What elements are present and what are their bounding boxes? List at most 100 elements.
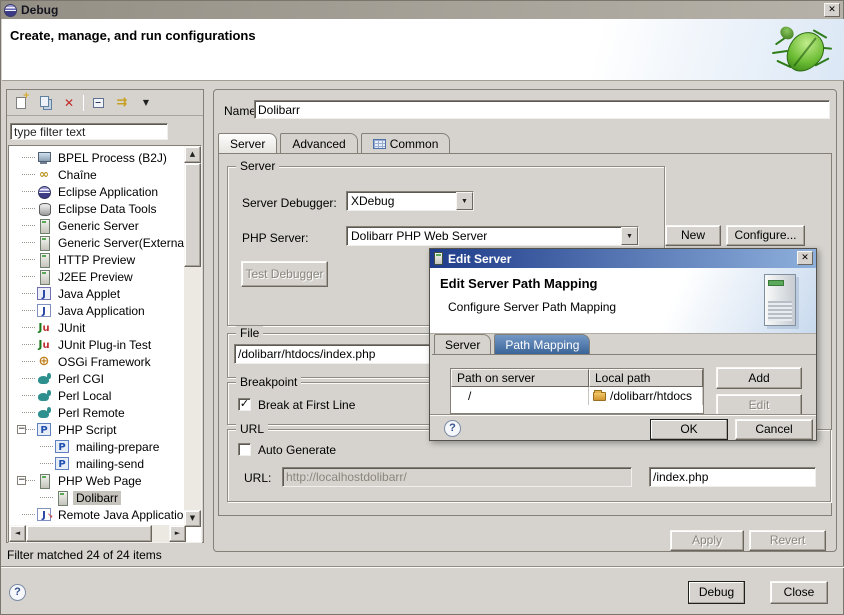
dialog-tab-server[interactable]: Server bbox=[434, 334, 491, 354]
tree-item[interactable]: Eclipse Application bbox=[9, 183, 185, 200]
scroll-left-icon[interactable]: ◄ bbox=[9, 525, 26, 542]
name-input[interactable] bbox=[254, 100, 830, 119]
tree-item[interactable]: Java Applet bbox=[9, 285, 185, 302]
tree-item-label: BPEL Process (B2J) bbox=[55, 151, 170, 165]
dialog-close-button[interactable]: ✕ bbox=[797, 251, 813, 265]
break-first-line-checkbox[interactable] bbox=[238, 398, 251, 411]
tree-item[interactable]: Dolibarr bbox=[9, 489, 185, 506]
cancel-button[interactable]: Cancel bbox=[735, 419, 813, 440]
tree-item[interactable]: PHP Script bbox=[9, 421, 185, 438]
expander-icon[interactable] bbox=[17, 476, 26, 485]
url-path-input[interactable] bbox=[649, 467, 816, 487]
edit-mapping-button[interactable]: Edit bbox=[716, 394, 802, 414]
php-icon bbox=[55, 457, 69, 470]
delete-config-icon[interactable]: ✕ bbox=[59, 94, 79, 112]
chevron-down-icon[interactable]: ▼ bbox=[456, 192, 473, 210]
table-row[interactable]: //dolibarr/htdocs bbox=[451, 387, 703, 405]
tree-item-label: Java Applet bbox=[55, 287, 123, 301]
window-title: Debug bbox=[21, 3, 58, 17]
debug-button[interactable]: Debug bbox=[688, 581, 745, 604]
dialog-titlebar: Edit Server ✕ bbox=[430, 249, 816, 268]
tree-item-label: Eclipse Data Tools bbox=[55, 202, 160, 216]
tree-item-label: Dolibarr bbox=[73, 491, 121, 505]
tree-item[interactable]: HTTP Preview bbox=[9, 251, 185, 268]
filter-icon[interactable]: ⇉ bbox=[112, 94, 132, 112]
new-config-icon[interactable] bbox=[11, 94, 31, 112]
tree-item[interactable]: JUnit Plug-in Test bbox=[9, 336, 185, 353]
tree-item[interactable]: Remote Java Application bbox=[9, 506, 185, 523]
auto-generate-checkbox[interactable] bbox=[238, 443, 251, 456]
configurations-toolbar: ✕ − ⇉ ▼ bbox=[7, 90, 203, 116]
close-button[interactable]: Close bbox=[770, 581, 828, 604]
tab-common[interactable]: Common bbox=[361, 133, 451, 153]
eclipse-icon bbox=[37, 185, 51, 198]
scroll-down-icon[interactable]: ▼ bbox=[184, 510, 201, 527]
tree-item-label: mailing-send bbox=[73, 457, 147, 471]
tree-item[interactable]: Generic Server bbox=[9, 217, 185, 234]
configure-server-button[interactable]: Configure... bbox=[726, 225, 805, 246]
tab-server[interactable]: Server bbox=[218, 133, 277, 153]
apply-button[interactable]: Apply bbox=[670, 530, 744, 551]
horizontal-scroll-thumb[interactable] bbox=[26, 525, 152, 542]
tree-item[interactable]: BPEL Process (B2J) bbox=[9, 149, 185, 166]
java-icon bbox=[37, 304, 51, 317]
chevron-down-icon[interactable]: ▼ bbox=[621, 227, 638, 245]
tree-item[interactable]: mailing-send bbox=[9, 455, 185, 472]
collapse-all-icon[interactable]: − bbox=[88, 94, 108, 112]
tree-item[interactable]: Generic Server(External La bbox=[9, 234, 185, 251]
help-icon[interactable]: ? bbox=[9, 584, 26, 601]
vertical-scroll-thumb[interactable] bbox=[184, 163, 201, 267]
tree-item[interactable]: OSGi Framework bbox=[9, 353, 185, 370]
tree-item[interactable]: Eclipse Data Tools bbox=[9, 200, 185, 217]
database-icon bbox=[37, 202, 51, 215]
tree-item[interactable]: Chaîne bbox=[9, 166, 185, 183]
test-debugger-button[interactable]: Test Debugger bbox=[241, 261, 328, 287]
tree-item-label: PHP Script bbox=[55, 423, 119, 437]
tab-advanced[interactable]: Advanced bbox=[280, 133, 357, 153]
tree-horizontal-scrollbar[interactable]: ◄ ► bbox=[9, 525, 186, 542]
column-header[interactable]: Path on server bbox=[451, 369, 589, 387]
revert-button[interactable]: Revert bbox=[749, 530, 826, 551]
tree-item[interactable]: Perl Local bbox=[9, 387, 185, 404]
tree-vertical-scrollbar[interactable]: ▲ ▼ bbox=[184, 146, 201, 527]
tree-item[interactable]: Perl Remote bbox=[9, 404, 185, 421]
new-server-button[interactable]: New bbox=[665, 225, 721, 246]
path-mapping-panel: Path on server Local path //dolibarr/htd… bbox=[432, 354, 816, 414]
url-label: URL: bbox=[244, 471, 271, 485]
tree-item-label: Eclipse Application bbox=[55, 185, 161, 199]
tree-item-label: JUnit Plug-in Test bbox=[55, 338, 154, 352]
tree-item[interactable]: JUnit bbox=[9, 319, 185, 336]
server-icon bbox=[37, 474, 51, 487]
scroll-right-icon[interactable]: ► bbox=[169, 525, 186, 542]
eclipse-logo-icon bbox=[4, 4, 17, 17]
menu-dropdown-icon[interactable]: ▼ bbox=[136, 94, 156, 112]
server-group-legend: Server bbox=[236, 159, 279, 173]
tree-item-label: Perl CGI bbox=[55, 372, 107, 386]
filter-input[interactable] bbox=[10, 123, 168, 140]
add-mapping-button[interactable]: Add bbox=[716, 367, 802, 389]
table-header-row: Path on server Local path bbox=[451, 369, 703, 387]
php-server-select[interactable]: Dolibarr PHP Web Server ▼ bbox=[346, 226, 639, 246]
url-group-legend: URL bbox=[236, 422, 268, 436]
expander-icon[interactable] bbox=[17, 425, 26, 434]
server-debugger-select[interactable]: XDebug ▼ bbox=[346, 191, 474, 211]
tree-item[interactable]: Java Application bbox=[9, 302, 185, 319]
tree-item[interactable]: mailing-prepare bbox=[9, 438, 185, 455]
tree-item[interactable]: PHP Web Page bbox=[9, 472, 185, 489]
column-header[interactable]: Local path bbox=[589, 369, 703, 387]
junit-icon bbox=[37, 321, 51, 334]
scroll-up-icon[interactable]: ▲ bbox=[184, 146, 201, 163]
dialog-help-icon[interactable]: ? bbox=[444, 420, 461, 437]
php-server-label: PHP Server: bbox=[242, 231, 308, 245]
duplicate-config-icon[interactable] bbox=[35, 94, 55, 112]
ok-button[interactable]: OK bbox=[650, 419, 728, 440]
dialog-tabs: Server Path Mapping bbox=[434, 334, 590, 354]
dialog-tab-path-mapping[interactable]: Path Mapping bbox=[494, 334, 590, 354]
tree-item[interactable]: J2EE Preview bbox=[9, 268, 185, 285]
footer-separator bbox=[1, 566, 844, 568]
window-close-button[interactable]: ✕ bbox=[824, 3, 840, 17]
server-path-cell: / bbox=[451, 387, 589, 405]
breakpoint-group-legend: Breakpoint bbox=[236, 375, 301, 389]
remote-java-icon bbox=[37, 508, 51, 521]
tree-item[interactable]: Perl CGI bbox=[9, 370, 185, 387]
